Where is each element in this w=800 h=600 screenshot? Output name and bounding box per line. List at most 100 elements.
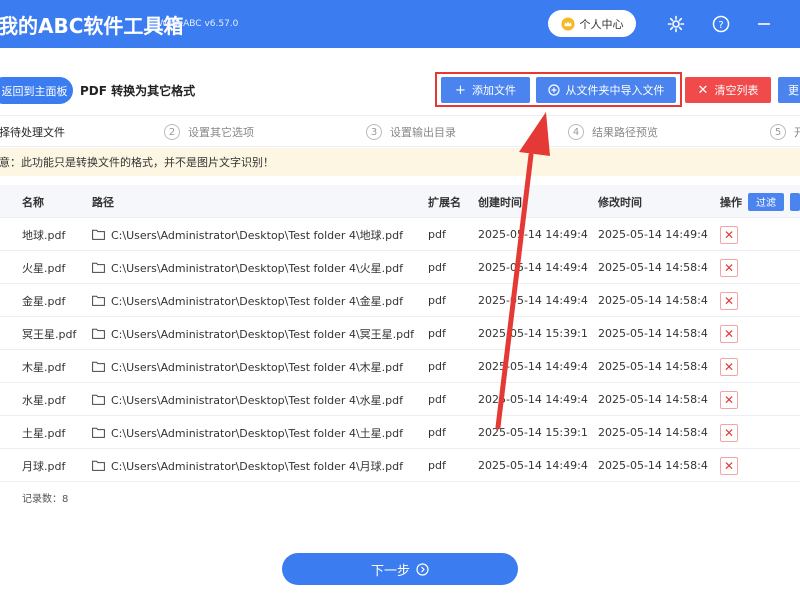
cell-path: C:\Users\Administrator\Desktop\Test fold… [92,251,422,284]
cell-path-text[interactable]: C:\Users\Administrator\Desktop\Test fold… [111,392,403,408]
cell-name: 水星.pdf [22,393,66,407]
cell-path: C:\Users\Administrator\Desktop\Test fold… [92,449,422,482]
warning-text: 注意：此功能只是转换文件的格式，并不是图片文字识别！ [0,156,274,169]
step-3: 3 设置输出目录 [366,124,456,140]
cell-modified: 2025-05-14 14:58:41 [598,261,708,274]
step-number: 5 [770,124,786,140]
table-row[interactable]: 土星.pdf C:\Users\Administrator\Desktop\Tes… [0,416,800,449]
clear-list-button[interactable]: ✕ 清空列表 [685,77,771,103]
cell-name: 土星.pdf [22,426,66,440]
user-center-button[interactable]: 个人中心 [548,10,636,37]
folder-icon [92,460,105,471]
table-row[interactable]: 月球.pdf C:\Users\Administrator\Desktop\Tes… [0,449,800,482]
cell-created: 2025-05-14 14:49:44 [478,393,588,406]
cell-path-text[interactable]: C:\Users\Administrator\Desktop\Test fold… [111,425,403,441]
next-step-button[interactable]: 下一步 [282,553,518,585]
cell-path-text[interactable]: C:\Users\Administrator\Desktop\Test fold… [111,227,403,243]
user-center-label: 个人中心 [579,17,624,31]
cell-modified: 2025-05-14 14:58:41 [598,327,708,340]
delete-row-button[interactable]: ✕ [720,225,738,244]
cell-ext: pdf [428,228,446,241]
delete-row-button[interactable]: ✕ [720,258,738,277]
cell-path-text[interactable]: C:\Users\Administrator\Desktop\Test fold… [111,293,403,309]
cell-created: 2025-05-14 14:49:44 [478,459,588,472]
table-row[interactable]: 地球.pdf C:\Users\Administrator\Desktop\Tes… [0,218,800,251]
step-2: 2 设置其它选项 [164,124,254,140]
plus-circle-icon [547,84,560,96]
step-label: 开 [794,126,800,139]
table-row[interactable]: 冥王星.pdf C:\Users\Administrator\Desktop\Te… [0,317,800,350]
cell-ext: pdf [428,426,446,439]
svg-text:?: ? [718,20,723,31]
step-label: 选择待处理文件 [0,126,65,139]
filter-button[interactable]: 过滤 [748,192,784,211]
record-count: 记录数：8 [22,494,69,505]
step-4: 4 结果路径预览 [568,124,658,140]
back-to-main-button[interactable]: 返回到主面板 [0,77,73,104]
warning-banner: 注意：此功能只是转换文件的格式，并不是图片文字识别！ [0,148,800,176]
cell-created: 2025-05-14 14:49:44 [478,360,588,373]
help-icon[interactable]: ? [711,14,731,34]
plus-icon: + [455,82,466,98]
table-row[interactable]: 金星.pdf C:\Users\Administrator\Desktop\Tes… [0,284,800,317]
cell-name: 木星.pdf [22,360,66,374]
cell-operation: ✕ [720,284,800,317]
cell-path-text[interactable]: C:\Users\Administrator\Desktop\Test fold… [111,359,403,375]
delete-row-button[interactable]: ✕ [720,291,738,310]
page-title: PDF 转换为其它格式 [80,84,196,98]
filter-more-button[interactable] [790,192,800,211]
more-button[interactable]: 更 [778,77,800,103]
add-file-label: 添加文件 [471,84,516,97]
cell-ext: pdf [428,261,446,274]
delete-row-button[interactable]: ✕ [720,357,738,376]
clear-list-label: 清空列表 [714,84,759,97]
folder-icon [92,328,105,339]
header-name[interactable]: 名称 [22,185,82,218]
step-label: 结果路径预览 [592,126,658,139]
cell-path: C:\Users\Administrator\Desktop\Test fold… [92,383,422,416]
folder-icon [92,295,105,306]
more-label: 更 [788,84,799,97]
cell-modified: 2025-05-14 14:58:41 [598,426,708,439]
cell-created: 2025-05-14 14:49:44 [478,294,588,307]
step-1: 选择待处理文件 [0,124,65,140]
step-label: 设置输出目录 [390,126,456,139]
cell-operation: ✕ [720,218,800,251]
header-modified[interactable]: 修改时间 [598,185,708,218]
cell-ext: pdf [428,327,446,340]
cell-name: 地球.pdf [22,228,66,242]
cell-name: 火星.pdf [22,261,66,275]
table-header: 名称 路径 扩展名 创建时间 修改时间 操作 过滤 [0,185,800,218]
cell-path-text[interactable]: C:\Users\Administrator\Desktop\Test fold… [111,458,403,474]
delete-row-button[interactable]: ✕ [720,456,738,475]
import-from-folder-label: 从文件夹中导入文件 [565,84,665,97]
settings-icon[interactable] [666,14,686,34]
table-row[interactable]: 木星.pdf C:\Users\Administrator\Desktop\Tes… [0,350,800,383]
cell-modified: 2025-05-14 14:58:41 [598,393,708,406]
header-ext[interactable]: 扩展名 [428,185,468,218]
folder-icon [92,361,105,372]
cell-modified: 2025-05-14 14:49:44 [598,228,708,241]
cell-path: C:\Users\Administrator\Desktop\Test fold… [92,218,422,251]
delete-row-button[interactable]: ✕ [720,423,738,442]
header-created[interactable]: 创建时间 [478,185,588,218]
cell-path-text[interactable]: C:\Users\Administrator\Desktop\Test fold… [111,260,403,276]
import-from-folder-button[interactable]: 从文件夹中导入文件 [536,77,676,103]
cell-path-text[interactable]: C:\Users\Administrator\Desktop\Test fold… [111,326,414,342]
step-number: 2 [164,124,180,140]
delete-row-button[interactable]: ✕ [720,390,738,409]
minimize-icon[interactable] [754,14,774,34]
table-row[interactable]: 水星.pdf C:\Users\Administrator\Desktop\Tes… [0,383,800,416]
table-row[interactable]: 火星.pdf C:\Users\Administrator\Desktop\Tes… [0,251,800,284]
crown-icon [560,16,575,31]
cell-ext: pdf [428,294,446,307]
delete-row-button[interactable]: ✕ [720,324,738,343]
add-file-button[interactable]: + 添加文件 [441,77,530,103]
cell-operation: ✕ [720,449,800,482]
cell-ext: pdf [428,393,446,406]
table-body: 地球.pdf C:\Users\Administrator\Desktop\Tes… [0,218,800,482]
cell-path: C:\Users\Administrator\Desktop\Test fold… [92,350,422,383]
header-path[interactable]: 路径 [92,185,422,218]
step-5: 5 开 [770,124,800,140]
arrow-right-circle-icon [416,562,429,576]
